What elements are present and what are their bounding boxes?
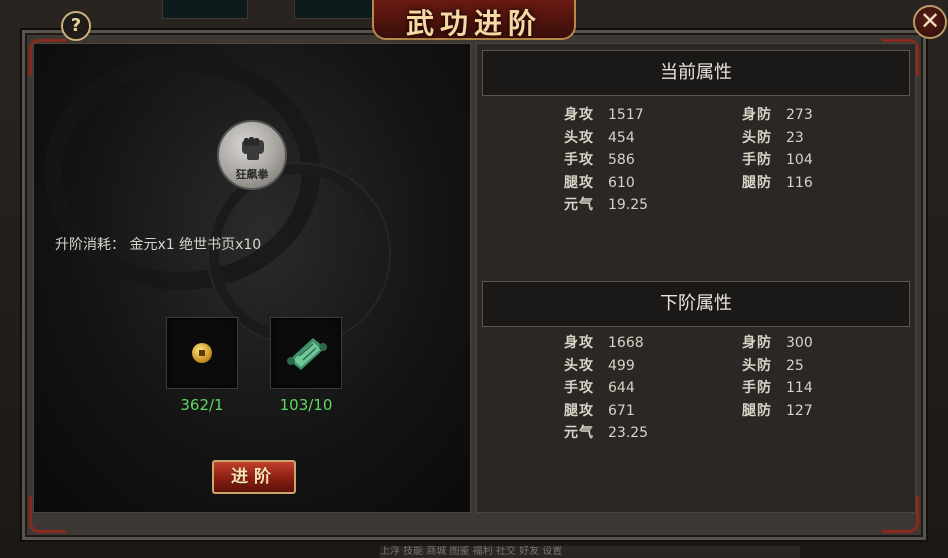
stat-row: 身攻 1517	[564, 105, 644, 125]
stat-value: 273	[786, 107, 813, 123]
stat-row: 头攻 454	[564, 128, 635, 148]
skill-icon[interactable]: 狂飙拳	[217, 120, 287, 190]
stat-value: 116	[786, 175, 813, 191]
stat-row: 元气 23.25	[564, 423, 648, 443]
skill-panel	[33, 43, 471, 513]
stat-row: 手攻 586	[564, 150, 635, 170]
stat-value: 644	[608, 380, 635, 396]
gold-count: 362/1	[180, 396, 224, 414]
stat-row: 手防 104	[742, 150, 813, 170]
stat-value: 23	[786, 130, 804, 146]
dialog-title: 武功进阶	[405, 7, 542, 40]
stat-value: 499	[608, 358, 635, 374]
stat-value: 610	[608, 175, 635, 191]
stat-value: 114	[786, 380, 813, 396]
stat-value: 586	[608, 152, 635, 168]
stat-label: 身防	[742, 107, 772, 123]
stat-row: 腿防 127	[742, 401, 813, 421]
stat-row: 头攻 499	[564, 356, 635, 376]
material-slot-gold[interactable]	[166, 317, 238, 389]
title-plate: 武功进阶	[372, 0, 576, 40]
stat-row: 腿防 116	[742, 173, 813, 193]
scroll-icon	[287, 338, 327, 370]
stat-row: 元气 19.25	[564, 195, 648, 215]
stat-value: 25	[786, 358, 804, 374]
stat-label: 头攻	[564, 358, 594, 374]
stat-value: 671	[608, 403, 635, 419]
stat-value: 300	[786, 335, 813, 351]
stat-label: 头攻	[564, 130, 594, 146]
stat-label: 手攻	[564, 380, 594, 396]
scroll-count: 103/10	[279, 396, 333, 414]
background-tab	[162, 0, 248, 19]
stat-label: 头防	[742, 358, 772, 374]
current-attributes-header: 当前属性	[482, 50, 910, 96]
close-icon: ✕	[919, 7, 941, 35]
stat-value: 104	[786, 152, 813, 168]
stat-row: 手防 114	[742, 378, 813, 398]
stat-row: 手攻 644	[564, 378, 635, 398]
fist-icon	[242, 137, 264, 160]
stat-label: 元气	[564, 197, 594, 213]
stat-label: 手防	[742, 380, 772, 396]
stat-row: 身防 300	[742, 333, 813, 353]
stat-row: 腿攻 671	[564, 401, 635, 421]
stat-label: 身攻	[564, 335, 594, 351]
stat-label: 元气	[564, 425, 594, 441]
stat-label: 手防	[742, 152, 772, 168]
attributes-panel	[476, 43, 916, 513]
stat-label: 身攻	[564, 107, 594, 123]
advance-button[interactable]: 进阶	[212, 460, 296, 494]
upgrade-cost: 升阶消耗： 金元x1 绝世书页x10	[55, 237, 262, 253]
gold-coin-icon	[192, 343, 212, 363]
stat-label: 腿防	[742, 403, 772, 419]
stat-label: 身防	[742, 335, 772, 351]
stat-row: 身防 273	[742, 105, 813, 125]
stat-value: 1668	[608, 335, 644, 351]
question-mark-icon: ?	[70, 15, 82, 36]
stat-value: 454	[608, 130, 635, 146]
skill-name: 狂飙拳	[235, 168, 269, 181]
stat-row: 头防 23	[742, 128, 804, 148]
stat-label: 手攻	[564, 152, 594, 168]
background-tab	[294, 0, 382, 19]
stat-value: 127	[786, 403, 813, 419]
stat-label: 腿攻	[564, 175, 594, 191]
stat-label: 腿防	[742, 175, 772, 191]
background-menu-strip: 上浮 技能 商城 图鉴 福利 社交 好友 设置	[380, 546, 800, 558]
stat-row: 头防 25	[742, 356, 804, 376]
stat-label: 头防	[742, 130, 772, 146]
stat-value: 19.25	[608, 197, 649, 213]
stat-value: 23.25	[608, 425, 649, 441]
close-button[interactable]: ✕	[913, 5, 947, 39]
stat-label: 腿攻	[564, 403, 594, 419]
stat-row: 身攻 1668	[564, 333, 644, 353]
material-slot-scroll[interactable]	[270, 317, 342, 389]
stat-value: 1517	[608, 107, 644, 123]
help-button[interactable]: ?	[61, 11, 91, 41]
stat-row: 腿攻 610	[564, 173, 635, 193]
next-attributes-header: 下阶属性	[482, 281, 910, 327]
